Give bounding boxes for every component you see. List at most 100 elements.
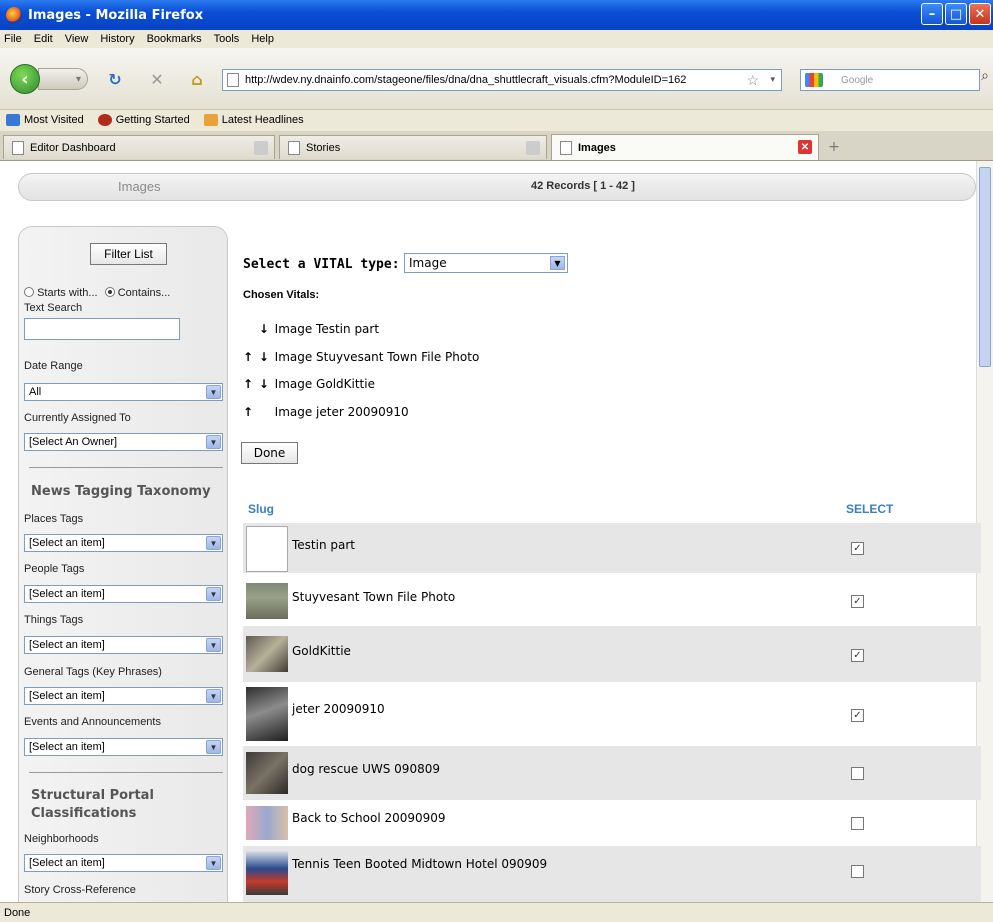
url-dropdown-icon[interactable]: ▾ — [770, 74, 775, 85]
menu-help[interactable]: Help — [251, 33, 274, 45]
tab-close-icon[interactable] — [526, 141, 540, 155]
table-row[interactable]: jeter 20090910 ✓ — [243, 682, 981, 746]
things-tags-select[interactable]: [Select an item] ▼ — [24, 636, 223, 654]
close-icon[interactable]: ✕ — [969, 3, 991, 25]
structural-heading-line: Structural Portal — [31, 788, 154, 803]
row-slug[interactable]: Back to School 20090909 — [292, 811, 446, 825]
bookmark-most-visited[interactable]: Most Visited — [6, 114, 84, 126]
bookmarks-toolbar: Most Visited Getting Started Latest Head… — [0, 110, 993, 130]
bookmark-getting-started[interactable]: Getting Started — [97, 114, 190, 126]
menu-tools[interactable]: Tools — [214, 33, 240, 45]
owner-select[interactable]: [Select An Owner] ▼ — [24, 433, 223, 451]
contains-label: Contains... — [117, 287, 171, 299]
cross-reference-label: Story Cross-Reference — [24, 884, 136, 896]
events-select[interactable]: [Select an item] ▼ — [24, 738, 223, 756]
bookmark-star-icon[interactable]: ☆ — [746, 72, 759, 89]
most-visited-icon — [6, 114, 20, 126]
chevron-down-icon[interactable]: ▼ — [206, 638, 221, 652]
structural-heading: Structural Portal Classifications — [31, 787, 154, 823]
tab-images[interactable]: Images ✕ — [551, 134, 819, 160]
row-slug[interactable]: GoldKittie — [292, 644, 351, 658]
scroll-thumb[interactable] — [979, 167, 991, 367]
menu-edit[interactable]: Edit — [34, 33, 53, 45]
chevron-down-icon[interactable]: ▼ — [206, 856, 221, 870]
done-button[interactable]: Done — [241, 442, 298, 464]
divider — [29, 467, 223, 468]
tab-label: Stories — [306, 141, 341, 154]
chosen-vital-item: ↑ ↓ Image Stuyvesant Town File Photo — [243, 350, 479, 364]
select-checkbox[interactable] — [851, 767, 864, 780]
neighborhoods-select[interactable]: [Select an item] ▼ — [24, 854, 223, 872]
chosen-vital-item: ↑ Image jeter 20090910 — [243, 405, 409, 419]
menu-file[interactable]: File — [4, 33, 22, 45]
maximize-icon[interactable]: □ — [945, 3, 967, 25]
column-header-slug[interactable]: Slug — [248, 502, 274, 516]
url-bar[interactable]: http://wdev.ny.dnainfo.com/stageone/file… — [222, 69, 782, 91]
select-checkbox[interactable]: ✓ — [851, 595, 864, 608]
starts-with-radio[interactable] — [24, 287, 34, 297]
move-down-icon[interactable]: ↓ — [259, 322, 271, 336]
select-checkbox[interactable]: ✓ — [851, 709, 864, 722]
move-down-icon[interactable]: ↓ — [259, 350, 271, 364]
home-icon[interactable]: ⌂ — [186, 68, 208, 90]
row-slug[interactable]: Tennis Teen Booted Midtown Hotel 090909 — [292, 857, 547, 871]
select-checkbox[interactable] — [851, 865, 864, 878]
row-slug[interactable]: dog rescue UWS 090809 — [292, 762, 440, 776]
move-down-icon[interactable]: ↓ — [259, 377, 271, 391]
minimize-icon[interactable]: – — [921, 3, 943, 25]
reload-icon[interactable]: ↻ — [104, 68, 126, 90]
filter-sidebar: Filter List Starts with... Contains... T… — [18, 226, 228, 902]
forward-button[interactable]: ▾ — [38, 68, 88, 90]
select-value: [Select an item] — [29, 639, 105, 651]
tab-stories[interactable]: Stories — [279, 135, 547, 159]
chevron-down-icon[interactable]: ▼ — [550, 256, 565, 270]
chevron-down-icon[interactable]: ▼ — [206, 435, 221, 449]
bookmark-latest-headlines[interactable]: Latest Headlines — [203, 114, 304, 126]
general-tags-select[interactable]: [Select an item] ▼ — [24, 687, 223, 705]
search-input[interactable]: Google — [800, 69, 980, 91]
search-icon[interactable]: ⌕ — [981, 68, 989, 84]
table-row[interactable]: Back to School 20090909 — [243, 800, 981, 846]
table-row[interactable]: Testin part ✓ — [243, 523, 981, 573]
image-thumbnail — [246, 851, 288, 895]
table-row[interactable]: dog rescue UWS 090809 — [243, 746, 981, 800]
new-tab-icon[interactable]: + — [824, 135, 844, 159]
table-row[interactable]: Tennis Teen Booted Midtown Hotel 090909 — [243, 846, 981, 902]
menu-view[interactable]: View — [65, 33, 89, 45]
filter-list-button[interactable]: Filter List — [90, 243, 167, 265]
contains-radio[interactable] — [104, 287, 115, 297]
chevron-down-icon[interactable]: ▼ — [206, 740, 221, 754]
chevron-down-icon[interactable]: ▼ — [206, 689, 221, 703]
google-icon[interactable] — [805, 73, 823, 87]
places-tags-select[interactable]: [Select an item] ▼ — [24, 534, 223, 552]
tab-close-icon[interactable] — [254, 141, 268, 155]
move-up-icon[interactable]: ↑ — [243, 405, 255, 419]
move-up-icon[interactable]: ↑ — [243, 350, 255, 364]
select-checkbox[interactable]: ✓ — [851, 649, 864, 662]
select-value: Image — [409, 256, 447, 270]
tab-editor-dashboard[interactable]: Editor Dashboard — [3, 135, 275, 159]
tab-close-icon[interactable]: ✕ — [798, 140, 812, 154]
table-row[interactable]: Stuyvesant Town File Photo ✓ — [243, 573, 981, 626]
chevron-down-icon[interactable]: ▼ — [206, 587, 221, 601]
people-tags-select[interactable]: [Select an item] ▼ — [24, 585, 223, 603]
move-up-icon[interactable]: ↑ — [243, 377, 255, 391]
back-button[interactable]: ‹ — [10, 64, 40, 94]
text-search-input[interactable] — [24, 318, 180, 340]
row-slug[interactable]: Testin part — [292, 538, 355, 552]
vital-type-select[interactable]: Image ▼ — [404, 253, 568, 273]
table-row[interactable]: GoldKittie ✓ — [243, 626, 981, 682]
stop-icon[interactable]: ✕ — [146, 68, 168, 90]
date-range-select[interactable]: All ▼ — [24, 383, 223, 401]
menu-history[interactable]: History — [100, 33, 134, 45]
row-slug[interactable]: Stuyvesant Town File Photo — [292, 590, 455, 604]
menu-bookmarks[interactable]: Bookmarks — [147, 33, 202, 45]
row-slug[interactable]: jeter 20090910 — [292, 702, 385, 716]
select-checkbox[interactable]: ✓ — [851, 542, 864, 555]
events-label: Events and Announcements — [24, 716, 161, 728]
chevron-down-icon[interactable]: ▼ — [206, 536, 221, 550]
tab-label: Editor Dashboard — [30, 141, 116, 154]
select-checkbox[interactable] — [851, 817, 864, 830]
chevron-down-icon[interactable]: ▼ — [206, 385, 221, 399]
select-value: All — [29, 386, 42, 398]
